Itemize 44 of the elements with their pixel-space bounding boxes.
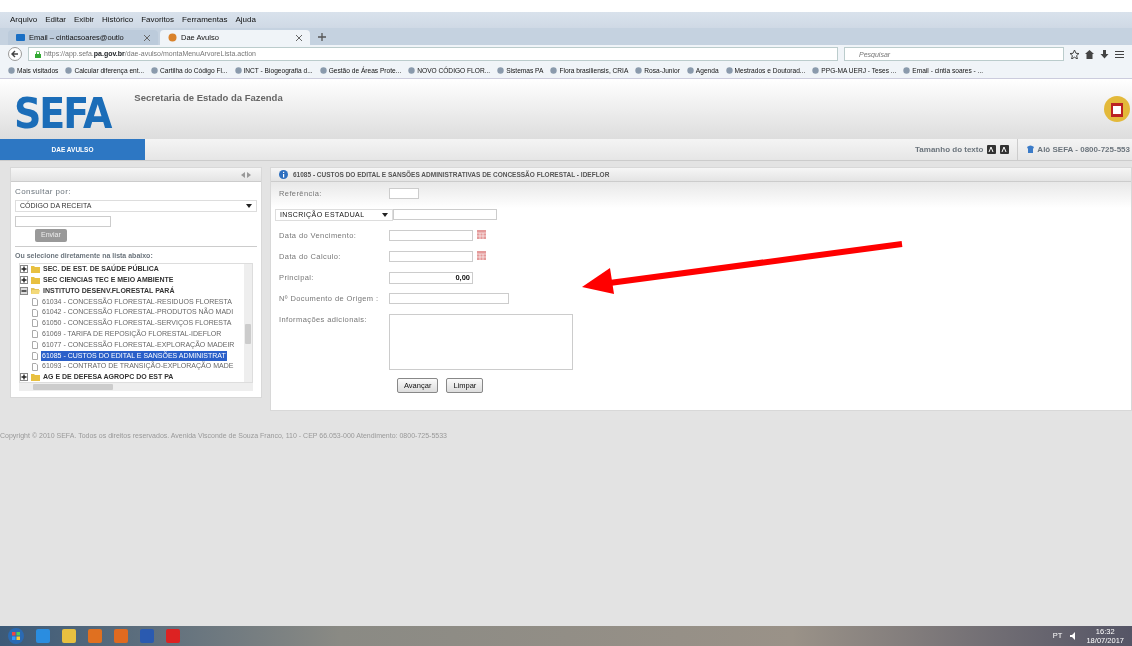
new-tab-icon[interactable] <box>318 33 326 41</box>
site-subtitle: Secretaria de Estado da Fazenda <box>134 91 283 105</box>
expand-icon[interactable] <box>20 265 28 274</box>
collapse-icon[interactable] <box>20 287 28 295</box>
close-icon[interactable] <box>144 34 150 41</box>
reference-field[interactable] <box>389 188 419 199</box>
calendar-icon[interactable] <box>477 230 486 239</box>
menu-item[interactable]: Editar <box>45 14 67 26</box>
font-decrease-icon[interactable] <box>1000 145 1010 154</box>
home-icon[interactable] <box>1085 49 1094 59</box>
menu-item[interactable]: Favoritos <box>141 14 175 26</box>
info-icon <box>279 170 288 179</box>
menu-icon[interactable] <box>1115 49 1124 59</box>
collapse-icon[interactable] <box>241 171 251 178</box>
field-label: Consultar por: <box>15 186 72 198</box>
open-folder-icon <box>31 287 40 295</box>
menu-item[interactable]: Arquivo <box>10 14 38 26</box>
date-field[interactable] <box>389 230 473 241</box>
menu-item[interactable]: Histórico <box>102 14 134 26</box>
lock-icon <box>35 50 41 58</box>
expand-icon[interactable] <box>20 373 28 382</box>
caret-icon <box>382 213 388 217</box>
sefa-logo: SEFA <box>14 92 111 140</box>
date-field[interactable] <box>389 251 473 262</box>
back-icon[interactable] <box>8 47 22 61</box>
scrollbar-thumb-icon[interactable] <box>33 384 113 390</box>
calendar-icon[interactable] <box>477 251 486 260</box>
document-number-field[interactable] <box>393 209 497 220</box>
start-icon[interactable] <box>8 628 24 644</box>
scrollbar-thumb-icon[interactable] <box>245 324 251 344</box>
menu-item[interactable]: Exibir <box>74 14 95 26</box>
expand-icon[interactable] <box>20 276 28 285</box>
close-icon[interactable] <box>296 34 302 41</box>
hotline-text: Alô SEFA - 0800-725-553 <box>1037 143 1131 156</box>
star-icon[interactable] <box>1070 49 1079 59</box>
origin-document-field[interactable] <box>389 293 509 304</box>
font-increase-icon[interactable] <box>987 145 997 154</box>
code-field[interactable] <box>15 216 111 227</box>
download-icon[interactable] <box>1100 49 1109 59</box>
caret-icon <box>246 204 252 208</box>
text-size-label: Tamanho do texto <box>915 143 984 156</box>
menu-item[interactable]: Ferramentas <box>182 14 228 26</box>
menu-item[interactable]: Ajuda <box>235 14 256 26</box>
notes-textarea[interactable] <box>389 314 573 370</box>
